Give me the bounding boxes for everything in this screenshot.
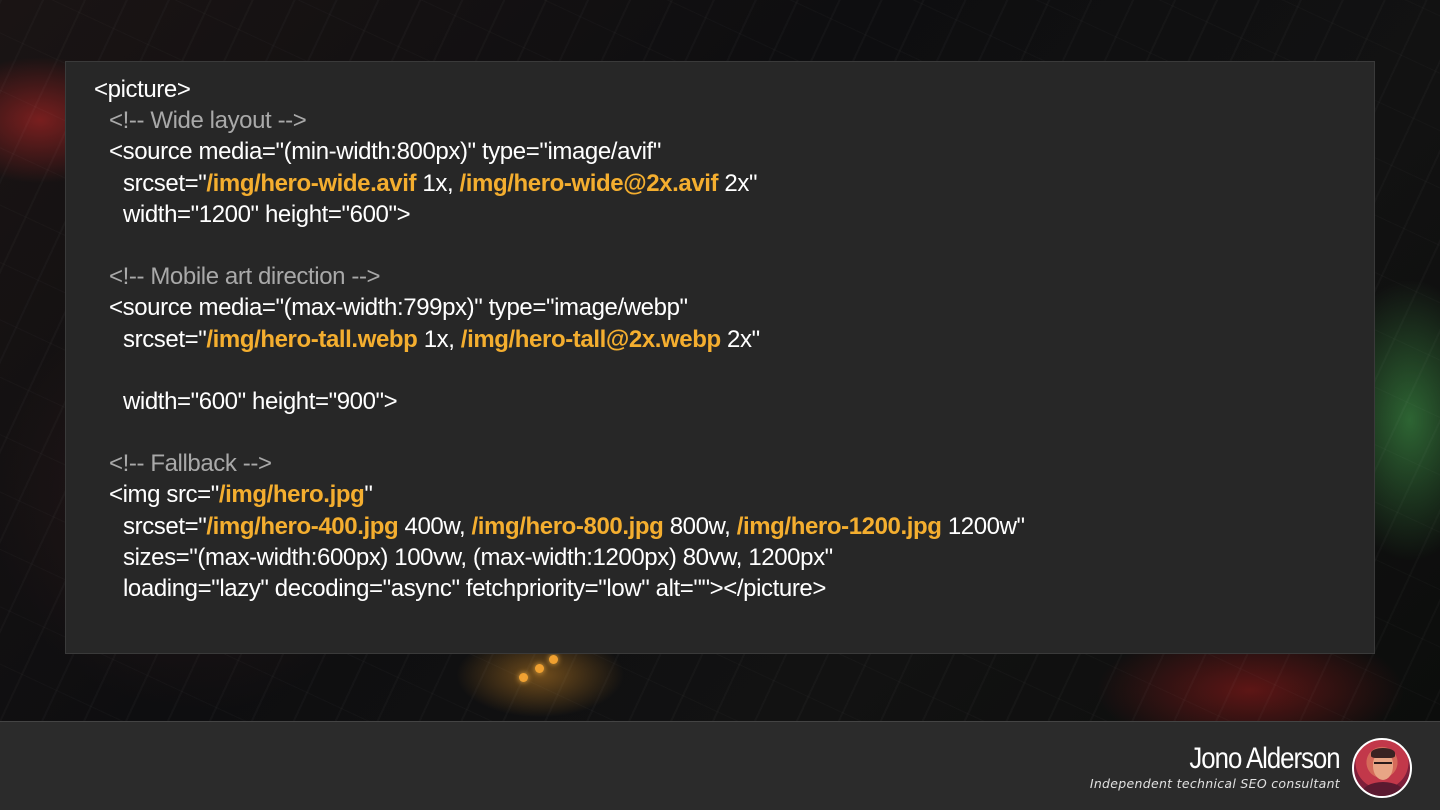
code-line: loading="lazy" decoding="async" fetchpri… — [123, 575, 826, 602]
code-url: /img/hero-wide@2x.avif — [459, 169, 719, 197]
code-line: srcset="/img/hero-wide.avif 1x, /img/her… — [123, 169, 758, 197]
author-name: Jono Alderson — [1189, 742, 1341, 775]
code-comment: <!-- Mobile art direction --> — [109, 263, 381, 291]
code-line: width="1200" height="600"> — [123, 200, 411, 228]
code-line: <source media="(min-width:800px)" type="… — [109, 138, 661, 166]
code-panel: <picture> <!-- Wide layout --> <source m… — [65, 61, 1375, 654]
avatar-hair — [1371, 748, 1395, 758]
decorative-light — [549, 655, 558, 664]
code-line: <picture> — [94, 76, 191, 103]
code-line: sizes="(max-width:600px) 100vw, (max-wid… — [123, 543, 833, 571]
decorative-light — [535, 664, 544, 673]
code-url: /img/hero.jpg — [218, 481, 365, 509]
code-url: /img/hero-tall@2x.webp — [460, 325, 721, 353]
code-line: <source media="(max-width:799px)" type="… — [109, 294, 688, 322]
footer-bar: Jono Alderson Independent technical SEO … — [0, 721, 1440, 810]
code-line: srcset="/img/hero-tall.webp 1x, /img/her… — [123, 325, 760, 353]
avatar — [1352, 738, 1412, 798]
decorative-light — [519, 673, 528, 682]
code-line: width="600" height="900"> — [123, 387, 398, 415]
code-url: /img/hero-tall.webp — [206, 325, 418, 353]
code-url: /img/hero-800.jpg — [471, 512, 664, 540]
author-subtitle: Independent technical SEO consultant — [1089, 776, 1340, 791]
code-comment: <!-- Wide layout --> — [109, 107, 307, 135]
code-line: srcset="/img/hero-400.jpg 400w, /img/her… — [123, 512, 1025, 540]
avatar-shoulders — [1362, 782, 1404, 796]
code-comment: <!-- Fallback --> — [109, 450, 272, 478]
code-url: /img/hero-400.jpg — [206, 512, 399, 540]
code-url: /img/hero-wide.avif — [206, 169, 417, 197]
code-line: <img src="/img/hero.jpg" — [109, 481, 373, 509]
avatar-glasses — [1374, 762, 1392, 766]
code-url: /img/hero-1200.jpg — [736, 512, 942, 540]
